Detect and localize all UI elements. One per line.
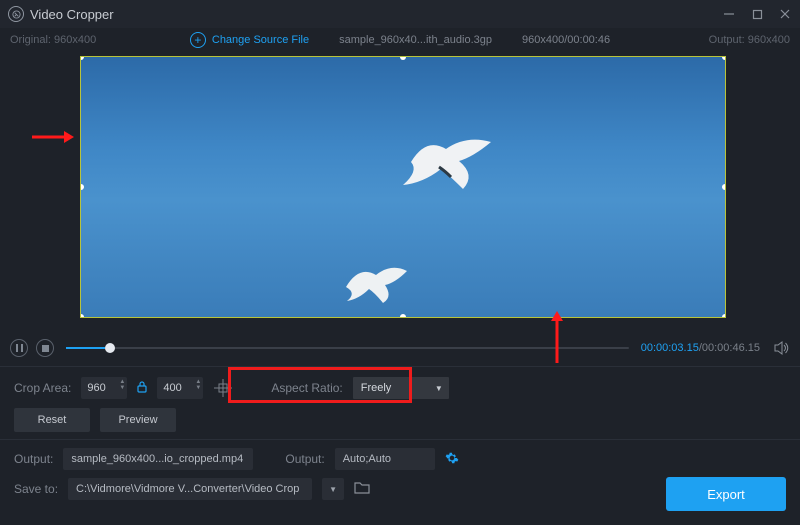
- annotation-arrow-up: [546, 311, 572, 365]
- spin-down-icon[interactable]: ▼: [195, 385, 201, 391]
- output-file-label: Output:: [14, 452, 53, 466]
- aspect-ratio-value: Freely: [361, 382, 392, 394]
- separator: [0, 439, 800, 440]
- preview-button[interactable]: Preview: [100, 408, 176, 432]
- header-info: Original: 960x400 + Change Source File s…: [0, 28, 800, 52]
- aspect-ratio-select[interactable]: Freely ▼: [353, 377, 449, 399]
- output-filename-value: sample_960x400...io_cropped.mp4: [71, 453, 243, 465]
- change-source-label: Change Source File: [212, 34, 309, 46]
- saveto-path-value: C:\Vidmore\Vidmore V...Converter\Video C…: [76, 483, 299, 495]
- crop-handle-br[interactable]: [722, 314, 726, 318]
- original-dims: 960x400: [54, 34, 96, 46]
- timecodes: 00:00:03.15/00:00:46.15: [641, 342, 760, 354]
- original-label: Original:: [10, 34, 51, 46]
- crop-handle-tl[interactable]: [80, 56, 84, 60]
- time-current: 00:00:03.15: [641, 342, 699, 354]
- center-crop-button[interactable]: [213, 378, 233, 398]
- time-total: /00:00:46.15: [699, 342, 760, 354]
- change-source-button[interactable]: + Change Source File: [190, 32, 309, 48]
- saveto-dropdown-button[interactable]: ▼: [322, 478, 344, 500]
- seek-thumb[interactable]: [105, 343, 115, 353]
- crop-height-value: 400: [163, 382, 181, 394]
- crop-width-input[interactable]: 960 ▲▼: [81, 377, 127, 399]
- crop-settings-row: Crop Area: 960 ▲▼ 400 ▲▼ Aspect Ratio: F…: [0, 371, 800, 405]
- preview-area: [0, 52, 800, 332]
- window-title: Video Cropper: [30, 7, 722, 22]
- minimize-button[interactable]: [722, 7, 736, 21]
- chevron-down-icon: ▼: [435, 384, 443, 393]
- output-row: Output: sample_960x400...io_cropped.mp4 …: [0, 444, 800, 474]
- crop-handle-bl[interactable]: [80, 314, 84, 318]
- titlebar: Video Cropper: [0, 0, 800, 28]
- video-frame-bird-small: [341, 257, 411, 307]
- annotation-arrow-left: [30, 126, 74, 152]
- reset-button[interactable]: Reset: [14, 408, 90, 432]
- aspect-ratio-label: Aspect Ratio:: [271, 381, 342, 395]
- crop-handle-ml[interactable]: [80, 184, 84, 190]
- saveto-label: Save to:: [14, 482, 58, 496]
- seek-fill: [66, 347, 105, 349]
- source-filename: sample_960x40...ith_audio.3gp: [339, 34, 492, 46]
- output-settings-button[interactable]: [445, 451, 459, 468]
- crop-height-input[interactable]: 400 ▲▼: [157, 377, 203, 399]
- separator: [0, 366, 800, 367]
- output-format-label: Output:: [285, 452, 324, 466]
- output-dims: 960x400: [748, 34, 790, 46]
- export-button[interactable]: Export: [666, 477, 786, 511]
- browse-folder-button[interactable]: [354, 481, 370, 497]
- pause-button[interactable]: [10, 339, 28, 357]
- stop-button[interactable]: [36, 339, 54, 357]
- export-label: Export: [707, 487, 745, 502]
- spin-down-icon[interactable]: ▼: [119, 385, 125, 391]
- playback-bar: 00:00:03.15/00:00:46.15: [0, 334, 800, 362]
- action-row: Reset Preview: [0, 405, 800, 435]
- seek-slider[interactable]: [66, 347, 629, 349]
- maximize-button[interactable]: [750, 7, 764, 21]
- output-label: Output:: [709, 34, 745, 46]
- crop-rectangle[interactable]: [80, 56, 726, 318]
- crop-handle-tm[interactable]: [400, 56, 406, 60]
- volume-button[interactable]: [774, 341, 790, 355]
- output-filename-field[interactable]: sample_960x400...io_cropped.mp4: [63, 448, 253, 470]
- crop-area-label: Crop Area:: [14, 381, 71, 395]
- app-logo-icon: [8, 6, 24, 22]
- crop-width-value: 960: [87, 382, 105, 394]
- plus-icon: +: [190, 32, 206, 48]
- video-frame-bird: [381, 127, 501, 207]
- saveto-path-field[interactable]: C:\Vidmore\Vidmore V...Converter\Video C…: [68, 478, 312, 500]
- output-format-field[interactable]: Auto;Auto: [335, 448, 435, 470]
- crop-handle-mr[interactable]: [722, 184, 726, 190]
- output-format-value: Auto;Auto: [343, 453, 391, 465]
- close-button[interactable]: [778, 7, 792, 21]
- lock-aspect-icon[interactable]: [137, 381, 147, 396]
- crop-handle-tr[interactable]: [722, 56, 726, 60]
- source-info: 960x400/00:00:46: [522, 34, 610, 46]
- crop-handle-bm[interactable]: [400, 314, 406, 318]
